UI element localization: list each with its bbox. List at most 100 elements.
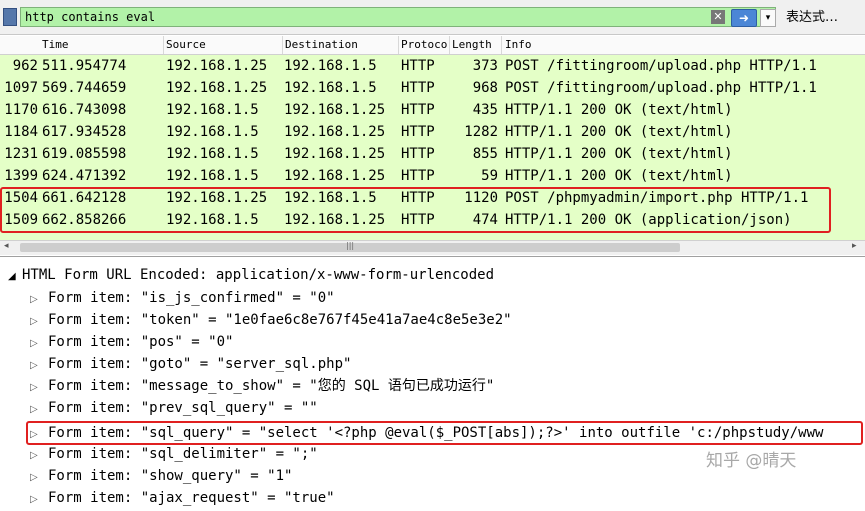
packet-destination: 192.168.1.5 [284, 80, 377, 96]
form-item[interactable]: ▷ Form item: "pos" = "0" [30, 331, 233, 353]
packet-row[interactable]: 1184 617.934528 192.168.1.5 192.168.1.25… [0, 121, 865, 143]
packet-protocol: HTTP [401, 168, 435, 184]
packet-protocol: HTTP [401, 124, 435, 140]
display-filter-toolbar: http contains eval ✕ ➜ ▾ 表达式… [0, 0, 865, 35]
collapsed-triangle-icon[interactable]: ▷ [30, 289, 48, 311]
packet-protocol: HTTP [401, 146, 435, 162]
form-item-text: Form item: "show_query" = "1" [48, 468, 293, 484]
collapsed-triangle-icon[interactable]: ▷ [30, 377, 48, 399]
packet-info: POST /fittingroom/upload.php HTTP/1.1 [505, 80, 817, 96]
packet-length: 855 [472, 146, 498, 162]
form-item[interactable]: ▷ Form item: "ajax_request" = "true" [30, 487, 335, 509]
collapsed-triangle-icon[interactable]: ▷ [30, 445, 48, 467]
column-header-source[interactable]: Source [166, 38, 280, 54]
scroll-right-icon[interactable]: ▸ [852, 241, 857, 251]
packet-source: 192.168.1.5 [166, 168, 259, 184]
packet-info: HTTP/1.1 200 OK (text/html) [505, 124, 733, 140]
display-filter-input[interactable]: http contains eval [20, 7, 776, 27]
packet-destination: 192.168.1.25 [284, 102, 386, 118]
form-item[interactable]: ▷ Form item: "prev_sql_query" = "" [30, 397, 318, 419]
packet-info: HTTP/1.1 200 OK (text/html) [505, 168, 733, 184]
packet-time: 511.954774 [42, 58, 127, 74]
form-item-text: Form item: "message_to_show" = "您的 SQL 语… [48, 378, 495, 394]
packet-source: 192.168.1.5 [166, 102, 259, 118]
packet-source: 192.168.1.25 [166, 58, 268, 74]
horizontal-scrollbar[interactable]: ◂ ||| ▸ [0, 240, 865, 255]
form-item[interactable]: ▷ Form item: "is_js_confirmed" = "0" [30, 287, 335, 309]
collapsed-triangle-icon[interactable]: ▷ [30, 467, 48, 489]
form-item-text: Form item: "prev_sql_query" = "" [48, 400, 318, 416]
packet-row[interactable]: 1231 619.085598 192.168.1.5 192.168.1.25… [0, 143, 865, 165]
packet-length: 59 [481, 168, 498, 184]
packet-number: 962 [12, 58, 38, 74]
clear-filter-icon[interactable]: ✕ [711, 10, 725, 24]
highlight-box-sql-query [26, 421, 863, 445]
collapsed-triangle-icon[interactable]: ▷ [30, 355, 48, 377]
packet-row[interactable]: 962 511.954774 192.168.1.25 192.168.1.5 … [0, 55, 865, 77]
bookmark-icon[interactable] [3, 8, 17, 26]
packet-time: 616.743098 [42, 102, 127, 118]
packet-destination: 192.168.1.25 [284, 124, 386, 140]
packet-list-header: Time Source Destination Protocol Length … [0, 36, 865, 55]
column-divider[interactable] [398, 36, 399, 54]
packet-time: 619.085598 [42, 146, 127, 162]
packet-time: 624.471392 [42, 168, 127, 184]
form-item-text: Form item: "ajax_request" = "true" [48, 490, 335, 506]
packet-number: 1399 [4, 168, 38, 184]
packet-length: 968 [472, 80, 498, 96]
packet-info: HTTP/1.1 200 OK (text/html) [505, 146, 733, 162]
form-item[interactable]: ▷ Form item: "sql_delimiter" = ";" [30, 443, 318, 465]
watermark: 知乎 @晴天 [706, 451, 797, 471]
packet-source: 192.168.1.5 [166, 124, 259, 140]
column-header-time[interactable]: Time [42, 38, 160, 54]
form-item-text: Form item: "sql_delimiter" = ";" [48, 446, 318, 462]
expression-button[interactable]: 表达式… [786, 9, 838, 27]
form-item-text: Form item: "goto" = "server_sql.php" [48, 356, 352, 372]
form-item-text: Form item: "is_js_confirmed" = "0" [48, 290, 335, 306]
packet-row[interactable]: 1097 569.744659 192.168.1.25 192.168.1.5… [0, 77, 865, 99]
column-divider[interactable] [163, 36, 164, 54]
packet-source: 192.168.1.5 [166, 146, 259, 162]
packet-source: 192.168.1.25 [166, 80, 268, 96]
tree-node-html-form[interactable]: ◢ HTML Form URL Encoded: application/x-ww… [8, 267, 494, 283]
column-header-destination[interactable]: Destination [285, 38, 397, 54]
column-divider[interactable] [449, 36, 450, 54]
column-divider[interactable] [282, 36, 283, 54]
form-item[interactable]: ▷ Form item: "goto" = "server_sql.php" [30, 353, 351, 375]
packet-time: 569.744659 [42, 80, 127, 96]
packet-number: 1231 [4, 146, 38, 162]
packet-destination: 192.168.1.25 [284, 146, 386, 162]
packet-length: 435 [472, 102, 498, 118]
packet-info: POST /fittingroom/upload.php HTTP/1.1 [505, 58, 817, 74]
form-item[interactable]: ▷ Form item: "show_query" = "1" [30, 465, 292, 487]
form-item-text: Form item: "pos" = "0" [48, 334, 234, 350]
packet-destination: 192.168.1.5 [284, 58, 377, 74]
packet-destination: 192.168.1.25 [284, 168, 386, 184]
column-divider[interactable] [501, 36, 502, 54]
packet-time: 617.934528 [42, 124, 127, 140]
form-item-text: Form item: "token" = "1e0fae6c8e767f45e4… [48, 312, 512, 328]
packet-info: HTTP/1.1 200 OK (text/html) [505, 102, 733, 118]
collapsed-triangle-icon[interactable]: ▷ [30, 399, 48, 421]
form-item[interactable]: ▷ Form item: "token" = "1e0fae6c8e767f45e… [30, 309, 512, 331]
form-item[interactable]: ▷ Form item: "message_to_show" = "您的 SQL … [30, 375, 494, 397]
packet-length: 1282 [464, 124, 498, 140]
collapsed-triangle-icon[interactable]: ▷ [30, 489, 48, 511]
collapsed-triangle-icon[interactable]: ▷ [30, 311, 48, 333]
packet-protocol: HTTP [401, 102, 435, 118]
column-header-length[interactable]: Length [452, 38, 500, 54]
packet-row[interactable]: 1399 624.471392 192.168.1.5 192.168.1.25… [0, 165, 865, 187]
column-header-info[interactable]: Info [505, 38, 845, 54]
packet-protocol: HTTP [401, 58, 435, 74]
collapsed-triangle-icon[interactable]: ▷ [30, 333, 48, 355]
scrollbar-grip-icon: ||| [346, 241, 355, 250]
expanded-triangle-icon[interactable]: ◢ [8, 271, 22, 282]
section-title: HTML Form URL Encoded: application/x-www… [22, 267, 495, 283]
filter-history-chevron-down-icon[interactable]: ▾ [760, 9, 776, 27]
packet-row[interactable]: 1170 616.743098 192.168.1.5 192.168.1.25… [0, 99, 865, 121]
apply-filter-arrow-icon[interactable]: ➜ [731, 9, 757, 27]
column-header-protocol[interactable]: Protocol [401, 38, 448, 54]
scroll-left-icon[interactable]: ◂ [4, 241, 9, 251]
packet-number: 1170 [4, 102, 38, 118]
packet-number: 1097 [4, 80, 38, 96]
